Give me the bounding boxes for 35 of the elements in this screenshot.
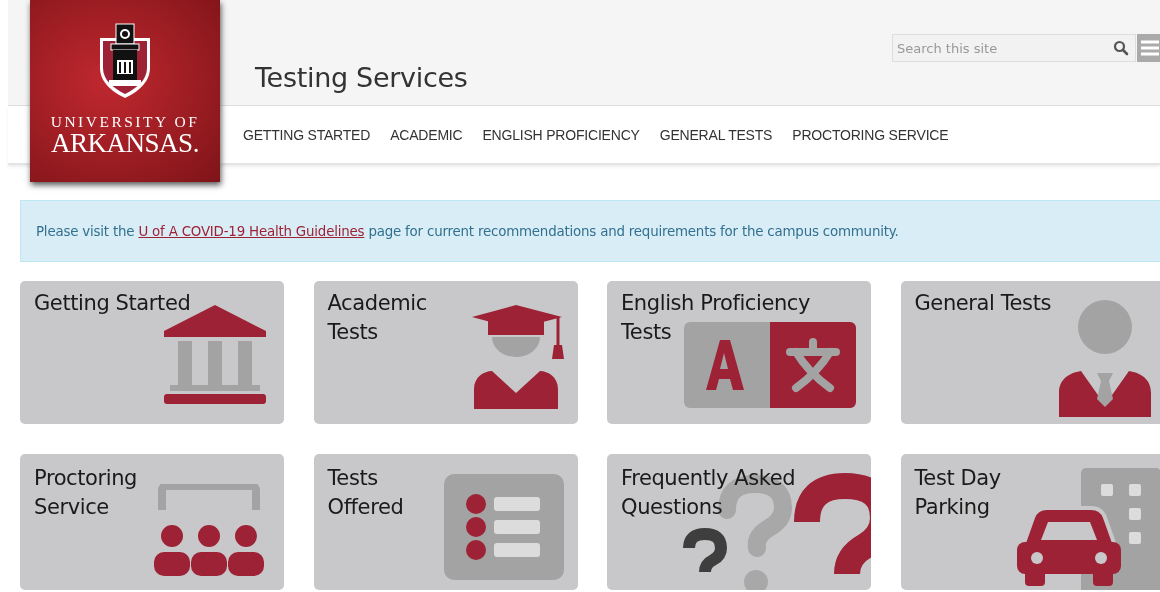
tile-card[interactable]: Tests Offered bbox=[313, 454, 578, 590]
tile-title: Tests Offered bbox=[327, 465, 404, 521]
nav-link[interactable]: GENERAL TESTS bbox=[659, 126, 773, 143]
nav-link[interactable]: GETTING STARTED bbox=[243, 126, 371, 143]
tile-card[interactable]: Frequently Asked Questions bbox=[607, 454, 871, 590]
university-logo[interactable]: UNIVERSITY OF ARKANSAS. bbox=[30, 0, 220, 182]
logo-text: UNIVERSITY OF bbox=[50, 114, 200, 130]
translate-icon bbox=[684, 322, 856, 408]
nav-link[interactable]: PROCTORING SERVICE bbox=[792, 126, 949, 143]
tile-title: General Tests bbox=[914, 290, 1052, 317]
menu-icon bbox=[1140, 40, 1160, 56]
tile-title: Proctoring Service bbox=[34, 465, 138, 521]
tile-card[interactable]: Proctoring Service bbox=[20, 454, 284, 590]
tile-title: Frequently Asked Questions bbox=[621, 465, 796, 521]
tile-title: Test Day Parking bbox=[914, 465, 1001, 521]
search-field[interactable]: Search this site bbox=[892, 34, 1136, 62]
tile-title: Academic Tests bbox=[327, 290, 427, 346]
tile-card[interactable]: Test Day Parking bbox=[900, 454, 1160, 590]
nav-link[interactable]: ENGLISH PROFICIENCY bbox=[482, 126, 640, 143]
tile-title: Getting Started bbox=[34, 290, 191, 317]
person-icon bbox=[1058, 300, 1151, 417]
tile-card[interactable]: English Proficiency Tests bbox=[607, 281, 871, 424]
logo-text: ARKANSAS. bbox=[51, 129, 199, 157]
group-icon bbox=[154, 484, 264, 576]
tile-title: English Proficiency Tests bbox=[621, 290, 811, 346]
tile-card[interactable]: Academic Tests bbox=[313, 281, 578, 424]
search-icon[interactable] bbox=[1113, 40, 1129, 56]
tile-card[interactable]: General Tests bbox=[900, 281, 1160, 424]
site-title: Testing Services bbox=[255, 62, 468, 93]
list-icon bbox=[443, 474, 564, 580]
nav-link[interactable]: ACADEMIC bbox=[390, 126, 463, 143]
graduate-icon bbox=[471, 305, 564, 409]
tile-card[interactable]: Getting Started bbox=[20, 281, 284, 424]
alert-message: Please visit the U of A COVID-19 Health Guidelines page for current recommendations and requirements for the campus community. bbox=[36, 223, 899, 239]
guidelines-link[interactable]: U of A COVID-19 Health Guidelines bbox=[138, 223, 365, 239]
